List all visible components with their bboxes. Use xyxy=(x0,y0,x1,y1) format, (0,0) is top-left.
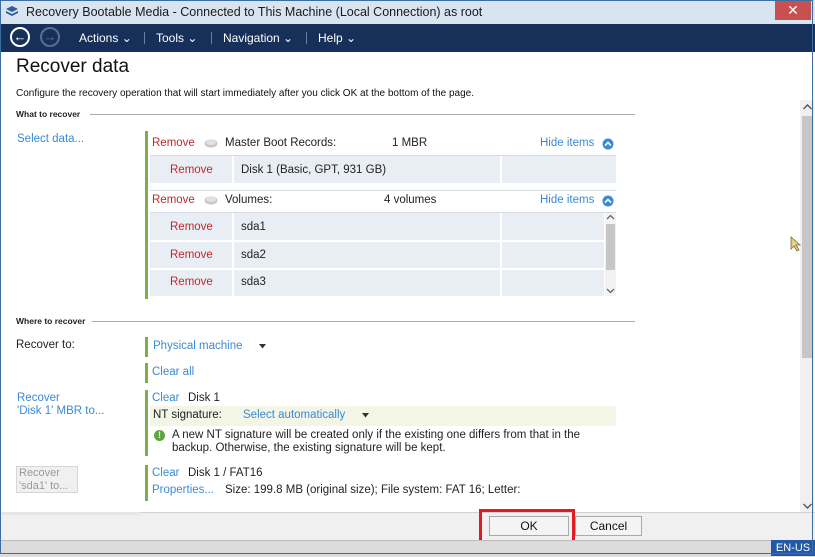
nt-signature-label: NT signature: xyxy=(153,409,222,421)
remove-sda3-link[interactable]: Remove xyxy=(170,276,213,288)
chevron-down-icon: ⌄ xyxy=(121,31,132,45)
hide-mbr-items-link[interactable]: Hide items xyxy=(540,137,594,149)
footer-shadow xyxy=(0,512,140,515)
recover-mbr-link-line2[interactable]: 'Disk 1' MBR to... xyxy=(17,405,104,417)
language-indicator[interactable]: EN-US xyxy=(771,540,815,556)
table-cell xyxy=(234,270,500,296)
remove-sda1-link[interactable]: Remove xyxy=(170,221,213,233)
table-cell xyxy=(502,156,616,183)
recover-to-dropdown[interactable]: Physical machine xyxy=(153,340,242,352)
volumes-group-label: Volumes: xyxy=(225,194,273,206)
nt-signature-dropdown[interactable]: Select automatically xyxy=(243,409,345,421)
cancel-button[interactable]: Cancel xyxy=(575,516,642,536)
recover-to-label: Recover to: xyxy=(16,339,75,351)
footer-bar xyxy=(0,512,815,543)
clear-mbr-destination-link[interactable]: Clear xyxy=(152,392,179,404)
recover-sda1-line2: 'sda1' to... xyxy=(19,480,69,492)
collapse-icon[interactable] xyxy=(602,195,614,207)
remove-sda2-link[interactable]: Remove xyxy=(170,249,213,261)
sda1-destination-details: Size: 199.8 MB (original size); File sys… xyxy=(225,484,521,496)
volume-list-scroll-thumb[interactable] xyxy=(606,224,615,270)
remove-volumes-group-link[interactable]: Remove xyxy=(152,194,195,206)
nt-info-line1: A new NT signature will be created only … xyxy=(172,429,581,441)
menu-tools[interactable]: Tools ⌄ xyxy=(156,31,197,45)
volumes-group-count: 4 volumes xyxy=(384,194,437,206)
scroll-up-icon[interactable] xyxy=(606,214,615,221)
table-cell xyxy=(234,213,500,240)
select-data-link[interactable]: Select data... xyxy=(17,133,84,145)
collapse-icon[interactable] xyxy=(602,138,614,150)
close-icon: ✕ xyxy=(787,2,799,18)
scroll-down-icon[interactable] xyxy=(802,502,813,510)
main-scroll-thumb[interactable] xyxy=(802,116,813,358)
clear-all-bar xyxy=(145,363,148,383)
recover-mbr-link-line1[interactable]: Recover xyxy=(17,392,60,404)
sda1-destination-bar xyxy=(145,465,148,501)
sda1-properties-link[interactable]: Properties... xyxy=(152,484,214,496)
disk-icon xyxy=(204,196,218,205)
menu-actions[interactable]: Actions ⌄ xyxy=(79,31,132,45)
recover-to-bar xyxy=(145,337,148,357)
remove-disk1-link[interactable]: Remove xyxy=(170,164,213,176)
table-cell xyxy=(502,242,604,268)
scroll-down-icon[interactable] xyxy=(606,287,615,294)
table-cell xyxy=(502,213,604,240)
scroll-up-icon[interactable] xyxy=(802,103,813,111)
chevron-down-icon: ⌄ xyxy=(187,31,198,45)
menu-navigation[interactable]: Navigation ⌄ xyxy=(223,31,293,45)
status-bar xyxy=(0,540,815,557)
row-divider xyxy=(150,190,616,191)
mbr-destination-bar xyxy=(145,390,148,456)
volume-row-name: sda1 xyxy=(241,221,266,233)
menu-separator xyxy=(144,32,145,44)
section-divider xyxy=(92,321,635,322)
mbr-group-count: 1 MBR xyxy=(392,137,428,149)
menu-separator xyxy=(306,32,307,44)
dropdown-arrow-icon[interactable] xyxy=(259,344,266,349)
volume-row-name: sda3 xyxy=(241,276,266,288)
mouse-cursor-icon xyxy=(790,236,802,252)
section-divider xyxy=(90,114,635,115)
chevron-down-icon: ⌄ xyxy=(283,31,294,45)
window-title: Recovery Bootable Media - Connected to T… xyxy=(26,5,483,19)
table-cell xyxy=(502,270,604,296)
page-subtitle: Configure the recovery operation that wi… xyxy=(16,88,475,99)
mbr-destination-target: Disk 1 xyxy=(188,392,220,404)
info-icon: ! xyxy=(154,430,165,441)
section-header-where: Where to recover xyxy=(16,316,86,326)
menu-separator xyxy=(211,32,212,44)
page-title: Recover data xyxy=(16,56,130,77)
section-header-what: What to recover xyxy=(16,109,81,119)
sda1-destination-target: Disk 1 / FAT16 xyxy=(188,467,263,479)
close-button[interactable]: ✕ xyxy=(775,0,811,20)
clear-sda1-destination-link[interactable]: Clear xyxy=(152,467,179,479)
back-arrow-icon[interactable]: ← xyxy=(10,27,30,47)
disk-icon xyxy=(204,139,218,148)
forward-arrow-icon[interactable]: → xyxy=(40,27,60,47)
volume-row-name: sda2 xyxy=(241,249,266,261)
mbr-group-label: Master Boot Records: xyxy=(225,137,337,149)
hide-volume-items-link[interactable]: Hide items xyxy=(540,194,594,206)
table-cell xyxy=(234,242,500,268)
recover-sda1-line1: Recover xyxy=(19,467,60,479)
dropdown-arrow-icon[interactable] xyxy=(362,413,369,418)
app-icon xyxy=(6,6,18,16)
menu-help[interactable]: Help ⌄ xyxy=(318,31,356,45)
remove-mbr-group-link[interactable]: Remove xyxy=(152,137,195,149)
title-bar: Recovery Bootable Media - Connected to T… xyxy=(0,0,815,25)
chevron-down-icon: ⌄ xyxy=(346,31,357,45)
menu-bar: ← → Actions ⌄ Tools ⌄ Navigation ⌄ Help … xyxy=(0,24,815,52)
what-group-bar xyxy=(145,131,148,299)
clear-all-link[interactable]: Clear all xyxy=(152,366,194,378)
mbr-row-name: Disk 1 (Basic, GPT, 931 GB) xyxy=(241,164,387,176)
nt-info-line2: backup. Otherwise, the existing signatur… xyxy=(172,442,446,454)
ok-button-highlight xyxy=(479,509,575,544)
